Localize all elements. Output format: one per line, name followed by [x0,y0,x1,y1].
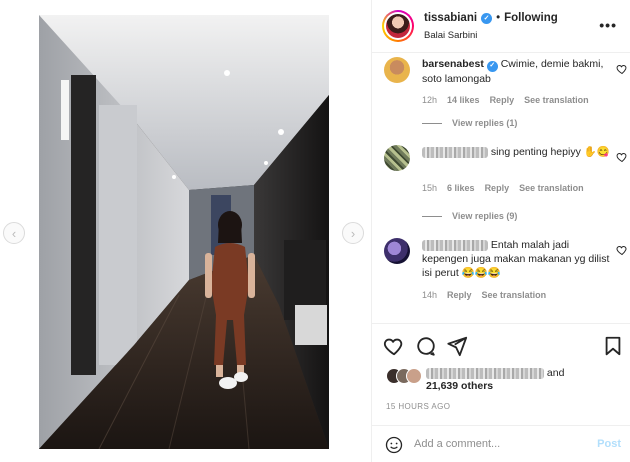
liker-avatars[interactable] [386,368,426,384]
comment-avatar[interactable] [384,57,410,83]
chevron-left-icon: ‹ [11,225,17,241]
header-separator: • [496,12,501,24]
comment-likes-count[interactable]: 14 likes [447,95,480,105]
comment-like-heart-icon[interactable] [616,244,628,256]
view-replies-label: View replies (9) [452,211,518,221]
comment-like-heart-icon[interactable] [616,151,628,163]
comment-time: 15h [422,183,438,193]
comment-username[interactable]: barsenabest [422,58,484,70]
view-replies-label: View replies (1) [452,118,518,128]
author-username[interactable]: tissabiani [424,12,477,24]
comment-avatar[interactable] [384,238,410,264]
likes-summary: and 21,639 others [386,366,626,396]
likes-prefix: and [546,367,565,379]
following-button[interactable]: Following [504,12,558,24]
comment-like-heart-icon[interactable] [616,63,628,75]
post-timestamp[interactable]: 15 HOURS AGO [386,402,450,411]
comments-list[interactable]: barsenabest ✓ Cwimie, demie bakmi, soto … [372,53,630,323]
see-translation-button[interactable]: See translation [482,290,547,300]
verified-badge-icon: ✓ [481,12,493,24]
comment-username-blurred[interactable] [422,146,488,158]
comment-avatar[interactable] [384,145,410,171]
add-comment-bar: Post [372,425,630,462]
reply-button[interactable]: Reply [490,95,515,105]
post-photo[interactable] [39,15,329,449]
share-icon[interactable] [446,335,468,357]
view-replies-button[interactable]: View replies (1) [422,118,517,128]
post-side-panel: tissabiani ✓ • Following Balai Sarbini •… [371,0,630,462]
add-comment-input[interactable] [414,435,584,453]
liked-by-username-blurred[interactable] [426,367,544,379]
reply-button[interactable]: Reply [447,290,472,300]
likes-count-button[interactable]: 21,639 others [426,380,493,392]
post-photo-illustration [39,15,329,449]
post-comment-button[interactable]: Post [597,438,621,450]
view-replies-button[interactable]: View replies (9) [422,211,517,221]
post-location[interactable]: Balai Sarbini [424,30,477,41]
heart-icon[interactable] [383,335,405,357]
post-header: tissabiani ✓ • Following Balai Sarbini •… [372,0,630,53]
comment-icon[interactable] [415,335,437,357]
bookmark-icon[interactable] [602,335,624,357]
comment-username-blurred[interactable] [422,239,488,251]
carousel-prev-button[interactable]: ‹ [3,222,25,244]
post-actions-bar [372,323,630,368]
reply-button[interactable]: Reply [485,183,510,193]
see-translation-button[interactable]: See translation [524,95,589,105]
emoji-icon[interactable] [385,436,403,454]
more-options-icon[interactable]: ••• [599,17,617,33]
comment-text: sing penting hepiyy ✋😋 [490,146,610,158]
see-translation-button[interactable]: See translation [519,183,584,193]
comment-time: 12h [422,95,438,105]
post-media-pane: ‹ › [0,0,371,462]
carousel-next-button[interactable]: › [342,222,364,244]
author-avatar[interactable] [382,10,414,42]
comment-time: 14h [422,290,438,300]
chevron-right-icon: › [350,225,356,241]
verified-badge-icon: ✓ [486,60,498,72]
comment-likes-count[interactable]: 6 likes [447,183,475,193]
